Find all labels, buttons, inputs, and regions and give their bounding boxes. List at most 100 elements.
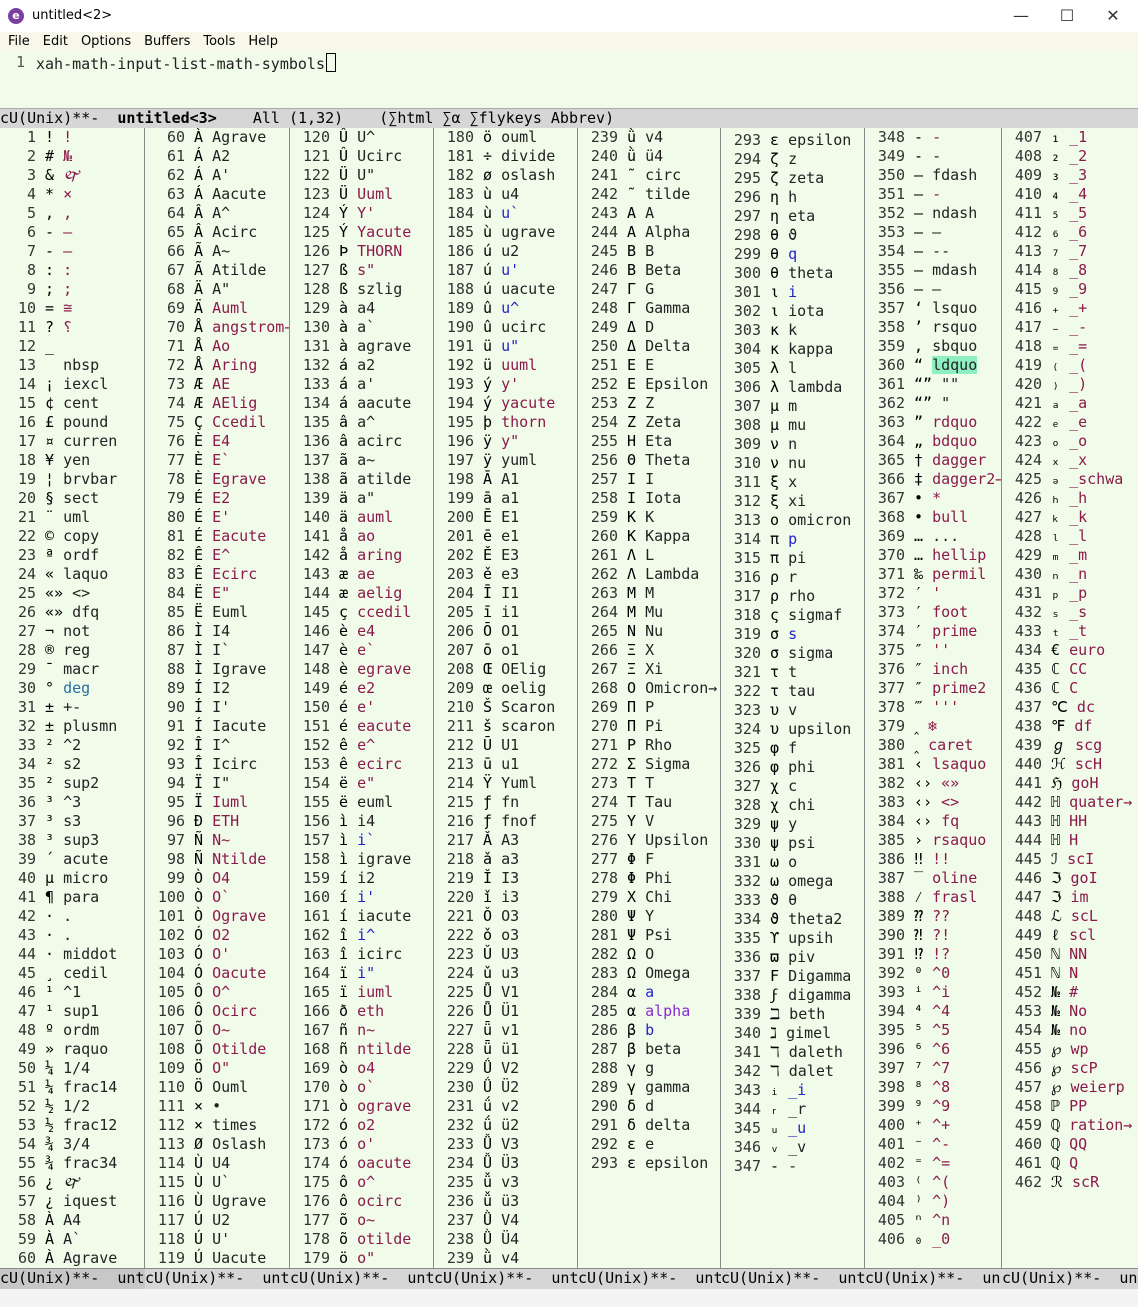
symbol-char: _ xyxy=(45,337,55,355)
editor-area[interactable]: 1 xah-math-input-list-math-symbols xyxy=(0,52,1138,108)
symbol-char: ₙ xyxy=(1051,565,1061,583)
row-number: 413 xyxy=(1014,242,1042,260)
symbol-row: 415 ₉ _9 xyxy=(1002,280,1132,299)
symbol-row: 168 ñ ntilde xyxy=(290,1040,411,1059)
mode-line-bottom[interactable]: cU(Unix)**- un xyxy=(865,1268,1002,1289)
symbol-char: ý xyxy=(483,394,493,412)
symbol-abbrev: ^+ xyxy=(932,1116,951,1134)
symbol-abbrev: ordf xyxy=(63,546,100,564)
menu-tools[interactable]: Tools xyxy=(195,32,240,49)
symbol-row: 320 σ sigma xyxy=(721,644,851,663)
row-number: 219 xyxy=(446,869,474,887)
menu-file[interactable]: File xyxy=(0,32,35,49)
minibuffer[interactable] xyxy=(0,1288,1138,1307)
symbol-column[interactable]: 293 ε epsilon 294 ζ z 295 ζ zeta 296 η h 297… xyxy=(721,128,865,1268)
row-number: 317 xyxy=(733,587,761,605)
symbol-row: 1 ! ! xyxy=(0,128,117,147)
symbol-column[interactable]: 407 ₁ _1 408 ₂ _2 409 ₃ _3 410 ₄ _4 411 ₅ _5… xyxy=(1002,128,1138,1268)
row-number: 101 xyxy=(157,907,185,925)
symbol-column[interactable]: 1 ! ! 2 # № 3 & 🙰 4 * × 5 , ,6 - –7 - —8 : :… xyxy=(0,128,145,1268)
symbol-column[interactable]: 60 À Agrave 61 Á A2 62 Á A' 63 Á Aacute 64 Â… xyxy=(145,128,290,1268)
menu-help[interactable]: Help xyxy=(240,32,283,49)
symbol-row: 161 í iacute xyxy=(290,907,411,926)
mode-line-bottom[interactable]: cU(Unix)**- unt xyxy=(290,1268,434,1289)
symbol-char: ǖ xyxy=(483,1021,493,1039)
row-number: 365 xyxy=(877,451,905,469)
mode-line-bottom[interactable]: cU(Unix)**- unt xyxy=(145,1268,290,1289)
menu-buffers[interactable]: Buffers xyxy=(136,32,195,49)
row-number: 277 xyxy=(590,850,618,868)
mode-line-bottom[interactable]: cU(Unix)**- untu xyxy=(0,1268,145,1289)
row-number: 443 xyxy=(1014,812,1042,830)
symbol-row: 6 - – xyxy=(0,223,117,242)
menu-edit[interactable]: Edit xyxy=(35,32,73,49)
symbol-abbrev: O2 xyxy=(212,926,231,944)
symbol-abbrev: a^ xyxy=(357,413,376,431)
row-number: 9 xyxy=(26,280,36,298)
menu-options[interactable]: Options xyxy=(73,32,136,49)
row-number: 160 xyxy=(302,888,330,906)
symbol-char: Ò xyxy=(194,907,204,925)
symbol-char: Å xyxy=(194,337,204,355)
symbol-row: 34 ² s2 xyxy=(0,755,117,774)
symbol-char: ι xyxy=(770,283,780,301)
editor-text[interactable]: xah-math-input-list-math-symbols xyxy=(36,53,336,73)
mode-line-bottom[interactable]: cU(Unix)**- unt xyxy=(434,1268,578,1289)
row-number: 175 xyxy=(302,1173,330,1191)
symbol-row: 253 Ζ Z xyxy=(578,394,717,413)
symbol-abbrev: wp xyxy=(1070,1040,1089,1058)
symbol-abbrev: L xyxy=(645,546,655,564)
symbol-abbrev: Ü4 xyxy=(501,1230,520,1248)
symbol-row: 288 γ g xyxy=(578,1059,717,1078)
symbol-column[interactable]: 120 Û U^ 121 Û Ucirc 122 Ü U" 123 Ü Uuml 124… xyxy=(290,128,434,1268)
maximize-button[interactable]: ☐ xyxy=(1044,0,1090,32)
symbol-char: ₁ xyxy=(1051,128,1061,146)
mode-line-bottom[interactable]: cU(Unix)**- un xyxy=(1002,1268,1138,1289)
symbol-abbrev: a3 xyxy=(501,850,520,868)
symbol-row: 211 š scaron xyxy=(434,717,555,736)
minimize-button[interactable]: — xyxy=(998,0,1044,32)
symbol-column[interactable]: 348 - -349 - -350 – fdash 351 – -352 – nd… xyxy=(865,128,1002,1268)
symbol-row: 358 ’ rsquo xyxy=(865,318,1001,337)
row-number: 192 xyxy=(446,356,474,374)
mode-line-buffer-name[interactable]: untitled<3> xyxy=(117,109,216,127)
symbol-row: 132 á a2 xyxy=(290,356,411,375)
symbol-row: 417 ₋ _- xyxy=(1002,318,1132,337)
mode-line-bottom[interactable]: cU(Unix)**- unt xyxy=(721,1268,865,1289)
symbol-abbrev: : xyxy=(63,261,73,279)
row-number: 231 xyxy=(446,1097,474,1115)
symbol-char: ¼ xyxy=(45,1078,55,1096)
symbol-column[interactable]: 180 ö ouml 181 ÷ divide 182 ø oslash 183 ù … xyxy=(434,128,578,1268)
row-number: 378 xyxy=(877,698,905,716)
symbol-row: 374 ′ prime xyxy=(865,622,1001,641)
symbol-row: 171 ò ograve xyxy=(290,1097,411,1116)
symbol-row: 461 ℚ Q xyxy=(1002,1154,1132,1173)
row-number: 47 xyxy=(17,1002,36,1020)
symbol-row: 343 ᵢ _i xyxy=(721,1081,851,1100)
symbol-row: 167 ñ n~ xyxy=(290,1021,411,1040)
symbol-row: 175 ô o^ xyxy=(290,1173,411,1192)
mode-line-bottom[interactable]: cU(Unix)**- unt xyxy=(578,1268,721,1289)
symbol-char: Ñ xyxy=(194,850,204,868)
symbol-abbrev: G xyxy=(645,280,655,298)
row-number: 442 xyxy=(1014,793,1042,811)
symbol-row: 240 ǜ ü4 xyxy=(578,147,717,166)
symbol-char: ℚ xyxy=(1051,1154,1061,1172)
symbol-row: 459 ℚ ration→ xyxy=(1002,1116,1132,1135)
symbol-row: 33 ² ^2 xyxy=(0,736,117,755)
row-number: 32 xyxy=(17,717,36,735)
symbol-column[interactable]: 239 ǜ v4 240 ǜ ü4 241 ˜ circ 242 ˜ tilde 243… xyxy=(578,128,721,1268)
row-number: 276 xyxy=(590,831,618,849)
symbol-abbrev: ≅ xyxy=(63,299,73,317)
symbol-char: Ò xyxy=(194,888,204,906)
symbol-char: ⁄ xyxy=(914,888,924,906)
row-number: 432 xyxy=(1014,603,1042,621)
row-number: 396 xyxy=(877,1040,905,1058)
symbol-abbrev: U3 xyxy=(501,945,520,963)
close-button[interactable]: ✕ xyxy=(1090,0,1136,32)
symbol-abbrev: I3 xyxy=(501,869,520,887)
symbol-char: ö xyxy=(339,1249,349,1267)
row-number: 274 xyxy=(590,793,618,811)
symbol-char: ℕ xyxy=(1051,964,1061,982)
symbol-char: ° xyxy=(45,679,55,697)
